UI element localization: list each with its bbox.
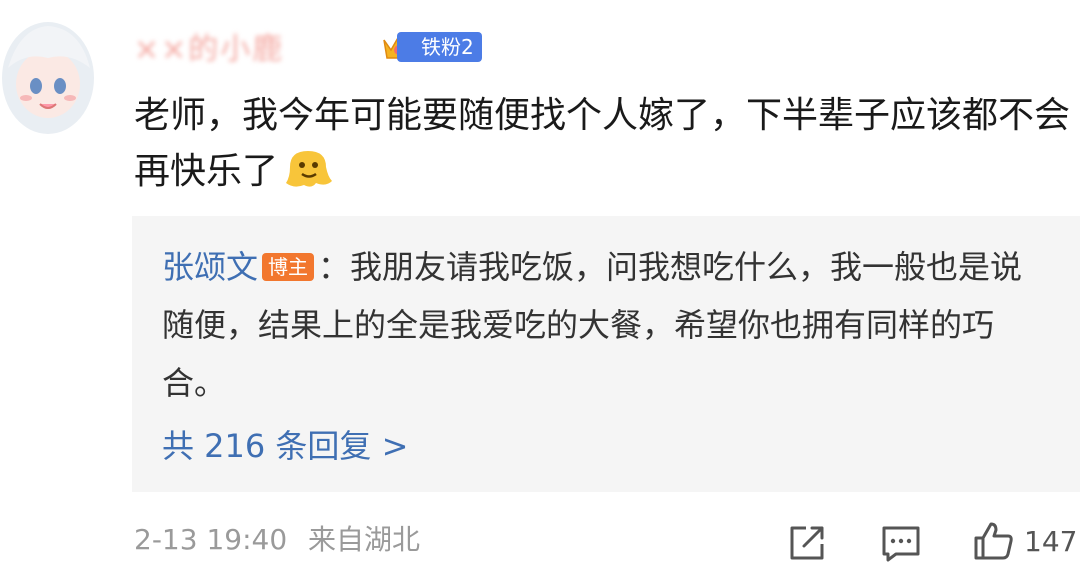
reply-text: 张颂文 博主 ：我朋友请我吃饭，问我想吃什么，我一般也是说随便，结果上的全是我爱吃的…: [162, 238, 1052, 412]
share-icon: [790, 526, 824, 560]
comment-icon: [882, 526, 920, 562]
like-count: 147: [1024, 524, 1078, 558]
timestamp: 2-13 19:40: [134, 523, 288, 556]
location: 来自湖北: [308, 523, 421, 556]
reply-author[interactable]: 张颂文: [162, 248, 258, 286]
share-button[interactable]: [786, 518, 828, 568]
like-button[interactable]: 147: [972, 516, 1077, 566]
username[interactable]: ××的小鹿: [134, 30, 284, 70]
avatar[interactable]: [0, 18, 96, 136]
comment-button[interactable]: [880, 518, 922, 568]
comment-meta: 2-13 19:40 来自湖北: [134, 520, 420, 560]
host-badge: 博主: [262, 253, 315, 281]
view-replies-link[interactable]: 共 216 条回复 >: [162, 424, 408, 468]
comment-text: 老师，我今年可能要随便找个人嫁了，下半辈子应该都不会再快乐了: [134, 88, 1074, 200]
fan-badge: 铁粉2: [381, 30, 482, 64]
fan-badge-label: 铁粉2: [397, 32, 482, 62]
reply-preview[interactable]: 张颂文 博主 ：我朋友请我吃饭，问我想吃什么，我一般也是说随便，结果上的全是我爱吃的…: [132, 216, 1080, 492]
comment-body: 老师，我今年可能要随便找个人嫁了，下半辈子应该都不会再快乐了: [134, 95, 1071, 192]
melting-face-emoji: [286, 151, 333, 187]
reply-separator: ：: [318, 248, 351, 286]
like-icon: [974, 522, 1013, 560]
